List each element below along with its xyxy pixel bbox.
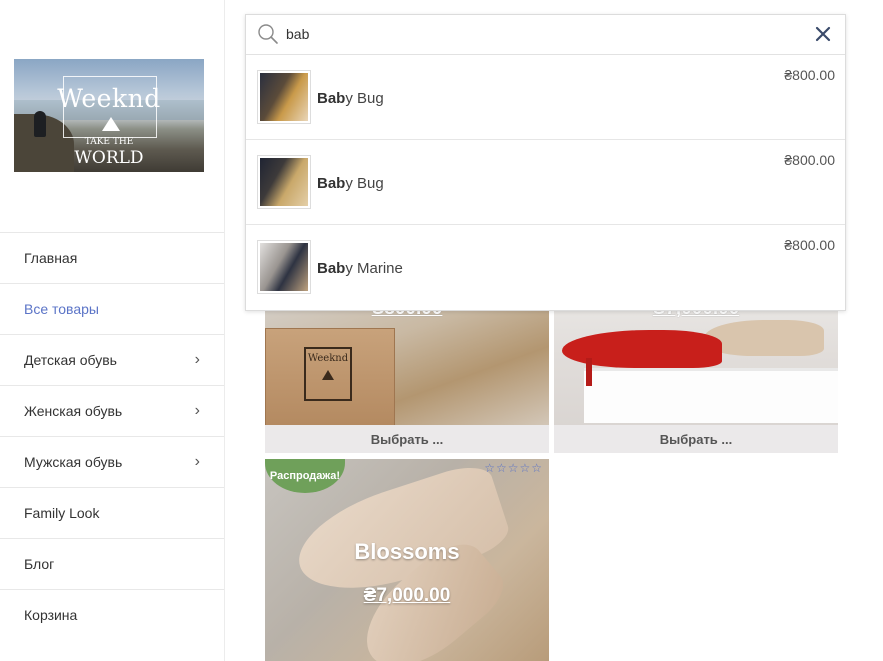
result-price: ₴800.00 — [784, 152, 835, 168]
box-brand-text: Weeknd — [307, 353, 349, 364]
red-shoe-heel — [586, 358, 592, 386]
thumbnail-image — [260, 158, 308, 206]
chevron-right-icon: › — [194, 453, 200, 470]
box-brand-mark: Weeknd — [304, 347, 352, 401]
main-menu: Главная Все товары Детская обувь › Женск… — [0, 232, 224, 640]
result-match: Bab — [317, 175, 346, 192]
logo-world: WORLD — [74, 148, 144, 168]
search-result[interactable]: Baby Bug ₴800.00 — [246, 140, 845, 225]
result-rest: y Marine — [345, 260, 403, 277]
result-thumbnail — [257, 155, 311, 209]
menu-item-home[interactable]: Главная — [0, 232, 224, 283]
product-card[interactable]: Распродажа! ☆☆☆☆☆ Blossoms ₴7,000.00 — [265, 459, 549, 661]
result-thumbnail — [257, 70, 311, 124]
site-logo[interactable]: Weeknd TAKE THE WORLD — [14, 59, 204, 172]
menu-item-family-look[interactable]: Family Look — [0, 487, 224, 538]
result-match: Bab — [317, 260, 346, 277]
search-dropdown: Baby Bug ₴800.00 Baby Bug ₴800.00 Baby M… — [245, 14, 846, 311]
product-price[interactable]: ₴7,000.00 — [265, 585, 549, 607]
logo-wordmark: Weeknd — [57, 84, 161, 113]
result-price: ₴800.00 — [784, 67, 835, 83]
result-name: Baby Bug — [317, 175, 384, 192]
search-result[interactable]: Baby Bug ₴800.00 — [246, 55, 845, 140]
result-thumbnail — [257, 240, 311, 294]
menu-item-label: Все товары — [24, 301, 99, 317]
menu-item-blog[interactable]: Блог — [0, 538, 224, 589]
menu-item-kids-shoes[interactable]: Детская обувь › — [0, 334, 224, 385]
menu-item-label: Женская обувь — [24, 403, 123, 419]
menu-item-cart[interactable]: Корзина — [0, 589, 224, 640]
search-bar — [246, 15, 845, 55]
search-result[interactable]: Baby Marine ₴800.00 — [246, 225, 845, 309]
logo-person — [34, 111, 46, 137]
product-card[interactable]: ₴7,000.00 Выбрать ... — [554, 290, 838, 453]
menu-item-men-shoes[interactable]: Мужская обувь › — [0, 436, 224, 487]
result-match: Bab — [317, 90, 346, 107]
result-price: ₴800.00 — [784, 237, 835, 253]
menu-item-label: Family Look — [24, 505, 100, 521]
menu-item-all-products[interactable]: Все товары — [0, 283, 224, 334]
search-input[interactable] — [286, 23, 786, 45]
menu-item-label: Главная — [24, 250, 78, 266]
close-icon[interactable] — [814, 25, 832, 43]
sidebar: Weeknd TAKE THE WORLD Главная Все товары… — [0, 0, 225, 661]
shelf — [584, 368, 838, 423]
thumbnail-image — [260, 73, 308, 121]
chevron-right-icon: › — [194, 351, 200, 368]
menu-item-label: Мужская обувь — [24, 454, 123, 470]
product-box: Weeknd — [265, 328, 395, 426]
result-name: Baby Bug — [317, 90, 384, 107]
menu-item-label: Корзина — [24, 607, 78, 623]
choose-options-button[interactable]: Выбрать ... — [265, 425, 549, 453]
menu-item-label: Блог — [24, 556, 55, 572]
rating-stars-icon: ☆☆☆☆☆ — [484, 461, 543, 475]
triangle-icon — [322, 370, 334, 380]
result-rest: y Bug — [345, 175, 384, 192]
menu-item-label: Детская обувь — [24, 352, 117, 368]
result-name: Baby Marine — [317, 260, 403, 277]
search-icon — [258, 24, 278, 44]
product-card[interactable]: Weeknd ₴800.00 Выбрать ... — [265, 290, 549, 453]
product-title[interactable]: Blossoms — [265, 539, 549, 565]
choose-options-button[interactable]: Выбрать ... — [554, 425, 838, 453]
result-rest: y Bug — [345, 90, 384, 107]
logo-triangle-icon — [102, 117, 120, 131]
logo-tagline: TAKE THE — [84, 137, 134, 147]
menu-item-women-shoes[interactable]: Женская обувь › — [0, 385, 224, 436]
thumbnail-image — [260, 243, 308, 291]
chevron-right-icon: › — [194, 402, 200, 419]
beige-shoe — [704, 320, 824, 356]
